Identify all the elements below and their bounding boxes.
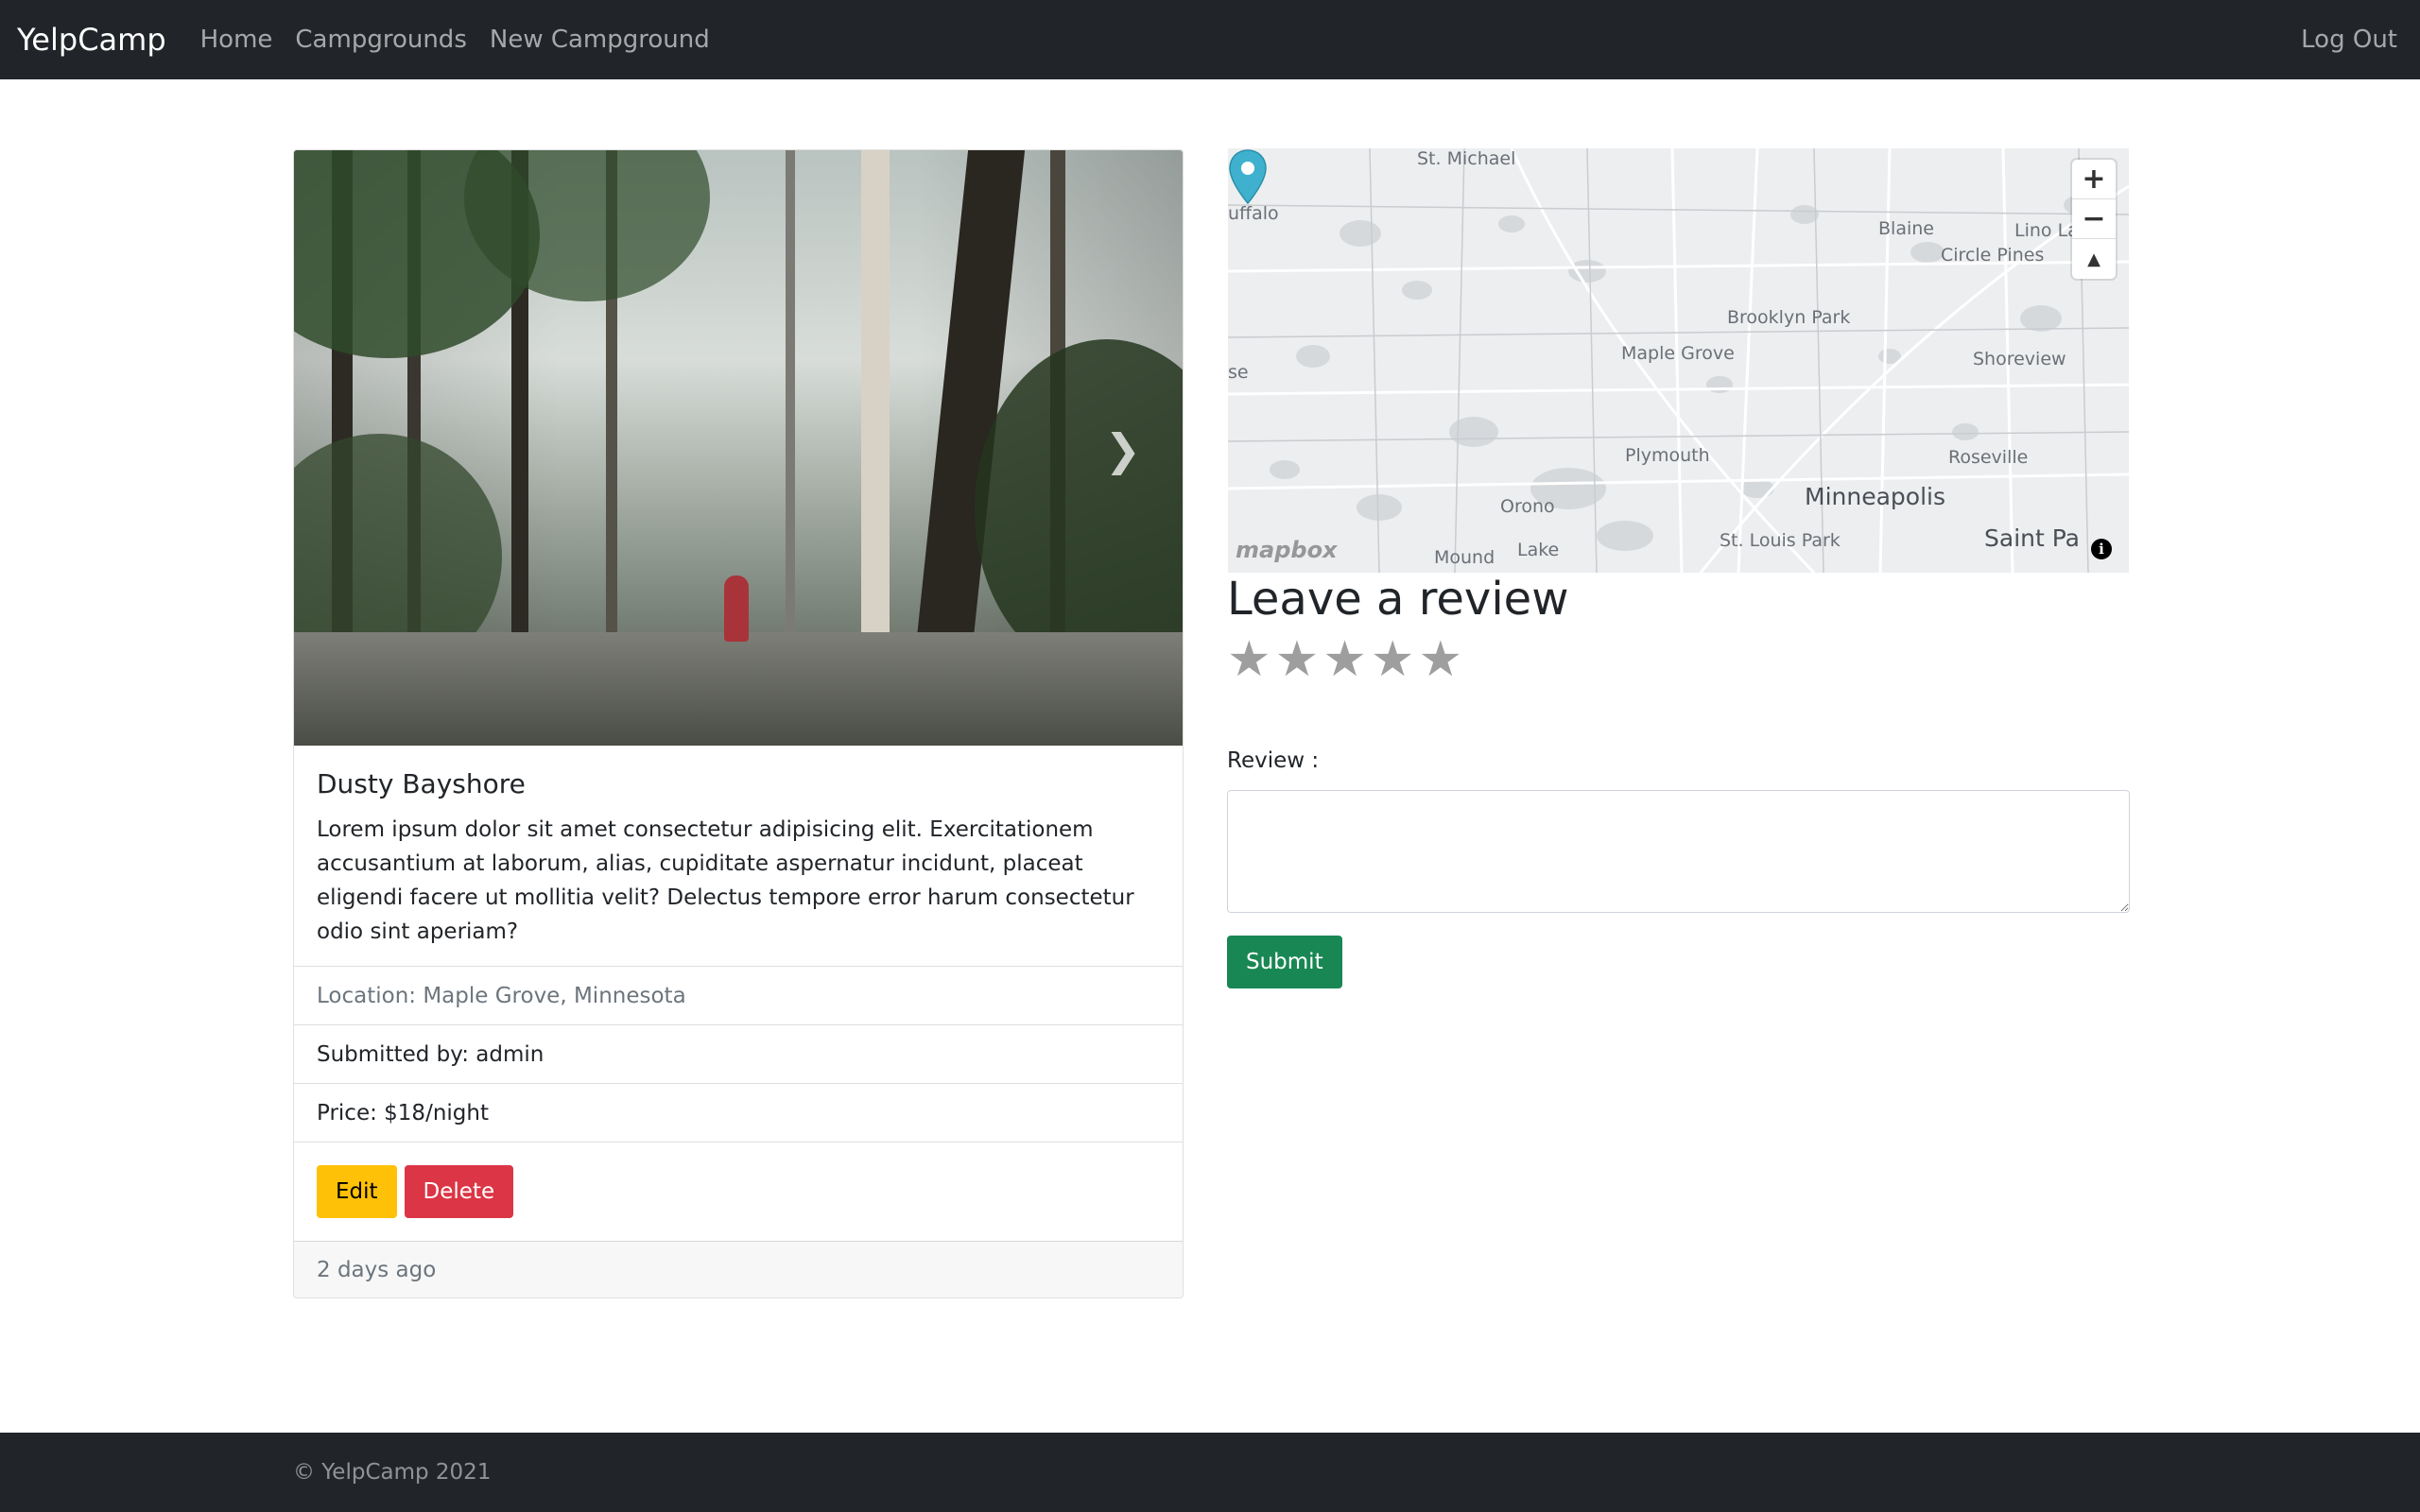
nav-link-new-campground[interactable]: New Campground <box>490 26 710 54</box>
map-label: Blaine <box>1878 218 1934 239</box>
review-textarea[interactable] <box>1227 790 2130 913</box>
star-icon[interactable]: ★ <box>1371 635 1415 684</box>
map-label: Plymouth <box>1625 445 1710 466</box>
map-label: Maple Grove <box>1621 343 1735 364</box>
review-heading: Leave a review <box>1227 573 1569 626</box>
hiker <box>724 576 749 642</box>
star-icon[interactable]: ★ <box>1322 635 1367 684</box>
nav-link-campgrounds[interactable]: Campgrounds <box>295 26 466 54</box>
campground-author: Submitted by: admin <box>294 1024 1183 1083</box>
card-body: Dusty Bayshore Lorem ipsum dolor sit ame… <box>294 746 1183 966</box>
card-actions: Edit Delete <box>294 1142 1183 1241</box>
map-label: St. Michael <box>1417 148 1516 169</box>
campground-title: Dusty Bayshore <box>317 768 526 799</box>
map[interactable]: St. Michael uffalo Blaine Lino La Circle… <box>1228 148 2129 573</box>
brand-link[interactable]: YelpCamp <box>17 22 166 58</box>
logout-link[interactable]: Log Out <box>2301 26 2397 54</box>
footer-copyright: © YelpCamp 2021 <box>293 1460 492 1485</box>
map-label: se <box>1228 362 1249 383</box>
map-label: Saint Pa <box>1984 524 2081 552</box>
campground-image: ❯ <box>294 150 1183 746</box>
map-label: Brooklyn Park <box>1727 307 1851 328</box>
map-marker-icon[interactable] <box>1228 148 1268 205</box>
map-label: Lake <box>1517 540 1560 560</box>
carousel-next-icon[interactable]: ❯ <box>1104 424 1141 475</box>
map-label: Roseville <box>1948 447 2029 468</box>
map-label: Minneapolis <box>1805 483 1945 510</box>
info-icon[interactable]: i <box>2091 539 2112 559</box>
compass-icon[interactable]: ▲ <box>2072 239 2116 279</box>
zoom-out-button[interactable]: − <box>2072 199 2116 239</box>
rocks <box>294 632 1183 746</box>
star-icon[interactable]: ★ <box>1419 635 1463 684</box>
footer: © YelpCamp 2021 <box>0 1433 2420 1512</box>
navbar: YelpCamp Home Campgrounds New Campground… <box>0 0 2420 79</box>
star-icon[interactable]: ★ <box>1227 635 1271 684</box>
zoom-in-button[interactable]: + <box>2072 160 2116 199</box>
map-label: Circle Pines <box>1941 245 2045 266</box>
map-label: Mound <box>1434 547 1495 568</box>
map-label: St. Louis Park <box>1720 530 1841 551</box>
campground-description: Lorem ipsum dolor sit amet consectetur a… <box>317 817 1134 944</box>
delete-button[interactable]: Delete <box>404 1165 514 1218</box>
submit-button[interactable]: Submit <box>1227 936 1342 988</box>
campground-card: ❯ Dusty Bayshore Lorem ipsum dolor sit a… <box>293 149 1184 1298</box>
mapbox-logo[interactable]: mapbox <box>1236 537 1338 563</box>
foliage <box>975 339 1183 679</box>
star-icon[interactable]: ★ <box>1275 635 1320 684</box>
campground-location: Location: Maple Grove, Minnesota <box>294 966 1183 1024</box>
map-controls: + − ▲ <box>2072 160 2116 279</box>
map-label: uffalo <box>1228 203 1279 224</box>
nav-link-home[interactable]: Home <box>200 26 273 54</box>
star-rating[interactable]: ★ ★ ★ ★ ★ <box>1227 635 1462 684</box>
review-label: Review : <box>1227 748 1320 773</box>
edit-button[interactable]: Edit <box>317 1165 397 1218</box>
campground-price: Price: $18/night <box>294 1083 1183 1142</box>
map-label: Lino La <box>2014 220 2079 241</box>
map-label: Shoreview <box>1973 349 2066 369</box>
map-label: Orono <box>1500 496 1555 517</box>
card-footer-timestamp: 2 days ago <box>294 1241 1183 1297</box>
